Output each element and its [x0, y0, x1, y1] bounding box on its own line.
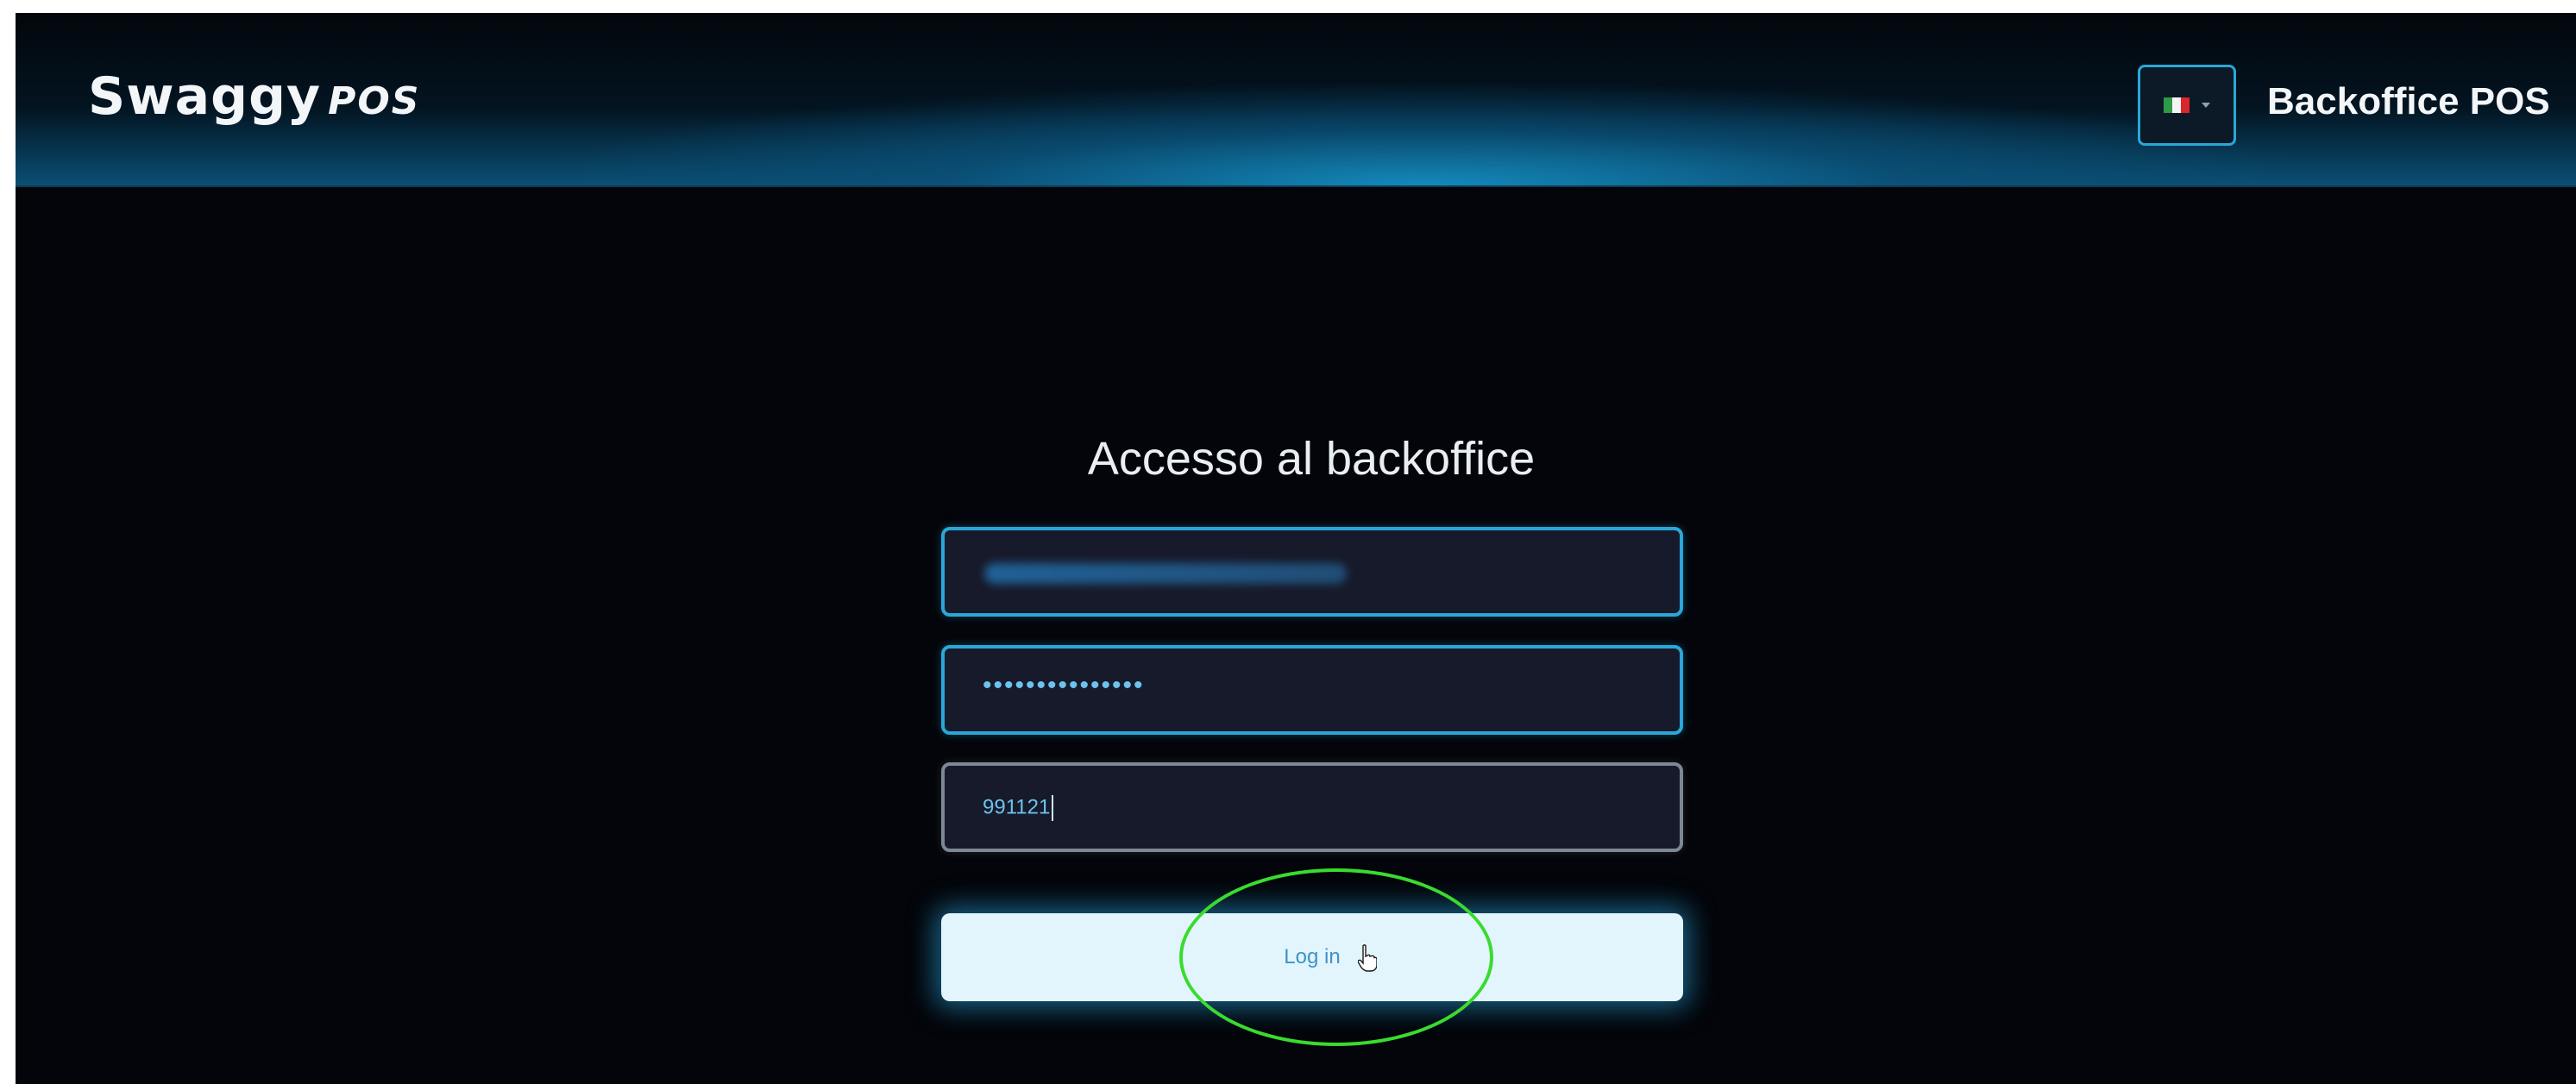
email-field[interactable] — [941, 527, 1683, 617]
flag-italy-icon — [2164, 97, 2190, 113]
brand-logo[interactable]: Swaggy POS — [88, 66, 420, 127]
text-caret — [1052, 795, 1054, 821]
code-value: 991121 — [983, 795, 1054, 821]
chevron-down-icon — [2202, 103, 2210, 108]
password-field[interactable]: ••••••••••••••• — [941, 645, 1683, 735]
app-window: Swaggy POS Backoffice POS Accesso al back… — [16, 13, 2576, 1084]
password-value: ••••••••••••••• — [983, 671, 1145, 699]
login-heading: Accesso al backoffice — [1087, 433, 1536, 485]
app-title: Backoffice POS — [2267, 80, 2550, 122]
login-button[interactable]: Log in — [941, 913, 1683, 1001]
code-field[interactable]: 991121 — [941, 762, 1683, 852]
blurred-email-value — [984, 563, 1347, 584]
top-navbar: Swaggy POS Backoffice POS — [16, 13, 2576, 187]
logo-suffix-text: POS — [328, 79, 421, 123]
hand-pointer-icon — [1358, 944, 1377, 972]
code-text: 991121 — [983, 795, 1051, 819]
language-selector[interactable] — [2138, 65, 2236, 146]
logo-main-text: Swaggy — [88, 66, 322, 127]
